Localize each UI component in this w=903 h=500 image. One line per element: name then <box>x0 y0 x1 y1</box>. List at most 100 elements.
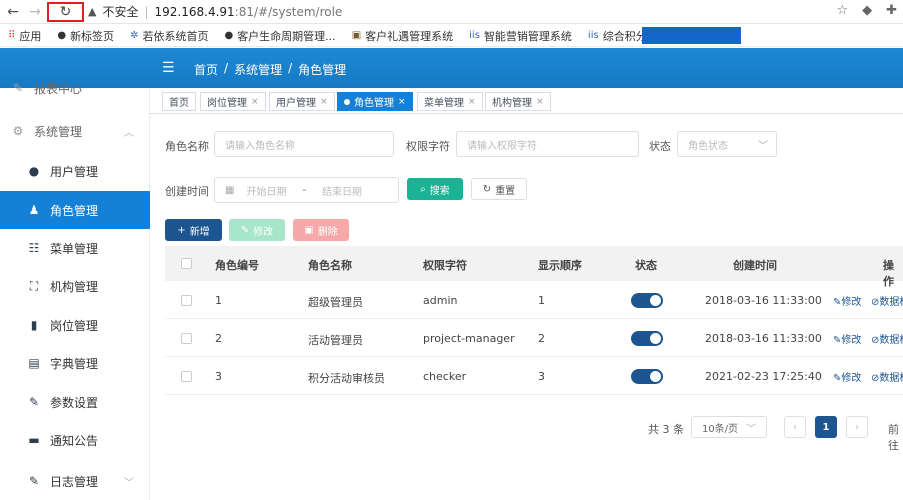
edit-icon: ✎ <box>28 395 40 409</box>
sidebar-item-roles[interactable]: ♟ 角色管理 <box>0 191 150 229</box>
user-icon: ● <box>28 164 40 178</box>
date-range-picker[interactable]: ▦ 开始日期 - 结束日期 <box>214 177 399 203</box>
bookmark-apps[interactable]: ⠿ 应用 <box>0 28 49 44</box>
row-data-perm-link[interactable]: ⊘数据权 <box>871 331 903 346</box>
add-button[interactable]: + 新增 <box>165 219 222 241</box>
status-toggle[interactable] <box>631 369 663 384</box>
reset-button[interactable]: ↻ 重置 <box>471 178 527 200</box>
row-checkbox[interactable] <box>181 371 192 382</box>
table-header: 角色编号 角色名称 权限字符 显示顺序 状态 创建时间 操作 <box>165 246 903 288</box>
row-data-perm-link[interactable]: ⊘数据权 <box>871 293 903 308</box>
puzzle-icon[interactable]: ✚ <box>886 3 897 18</box>
perm-label: 权限字符 <box>406 140 450 153</box>
chevron-down-icon: ﹀ <box>758 140 768 152</box>
list-icon: ☷ <box>28 241 40 255</box>
chevron-down-icon: ﹀ <box>124 477 134 489</box>
back-icon[interactable]: ← <box>4 3 22 21</box>
row-data-perm-link[interactable]: ⊘数据权 <box>871 369 903 384</box>
sidebar-item-users[interactable]: ● 用户管理 <box>0 152 150 190</box>
site-icon: iis <box>469 30 480 41</box>
star-icon[interactable]: ☆ <box>836 3 848 18</box>
site-icon: iis <box>587 30 599 41</box>
prev-page-button[interactable]: ‹ <box>784 416 806 438</box>
calendar-icon: ▦ <box>225 184 235 196</box>
forward-icon[interactable]: → <box>26 3 44 21</box>
url-path: :81/#/system/role <box>234 4 343 19</box>
redacted-block <box>642 27 741 44</box>
sidebar-item-posts[interactable]: ▮ 岗位管理 <box>0 306 150 344</box>
browser-toolbar: ← → ↻ ▲ 不安全 | 192.168.4.91:81/#/system/r… <box>0 0 903 24</box>
breadcrumb-system[interactable]: 系统管理 <box>234 61 282 78</box>
breadcrumb: 首页 / 系统管理 / 角色管理 <box>194 61 347 78</box>
sidebar-item-system[interactable]: ⚙ 系统管理 ︿ <box>0 112 150 150</box>
close-icon[interactable]: × <box>320 97 328 107</box>
close-icon[interactable]: × <box>398 97 406 107</box>
page-current[interactable]: 1 <box>815 416 837 438</box>
page-size-select[interactable]: 10条/页 ﹀ <box>691 416 767 438</box>
status-label: 状态 <box>649 140 671 153</box>
address-bar[interactable]: ▲ 不安全 | 192.168.4.91:81/#/system/role <box>88 3 342 20</box>
created-label: 创建时间 <box>165 185 209 198</box>
status-select[interactable]: 角色状态 ﹀ <box>677 131 777 157</box>
status-toggle[interactable] <box>631 331 663 346</box>
delete-button[interactable]: ▣ 删除 <box>293 219 349 241</box>
bookmark-customer-lifecycle[interactable]: ● 客户生命周期管理... <box>216 28 343 44</box>
bookmark-customer-courtesy[interactable]: ▣ 客户礼遇管理系统 <box>344 28 461 44</box>
table-row: 3 积分活动审核员 checker 3 2021-02-23 17:25:40 … <box>165 357 903 395</box>
apps-icon: ⠿ <box>8 30 16 41</box>
reload-icon[interactable]: ↻ <box>47 2 84 22</box>
tab-home[interactable]: 首页 <box>162 92 196 111</box>
row-edit-link[interactable]: ✎修改 <box>833 331 861 346</box>
menu-toggle-icon[interactable]: ☰ <box>162 60 175 76</box>
sidebar-item-params[interactable]: ✎ 参数设置 <box>0 383 150 421</box>
tab-roles[interactable]: 角色管理 × <box>337 92 413 111</box>
search-button[interactable]: ⌕ 搜索 <box>407 178 463 200</box>
status-toggle[interactable] <box>631 293 663 308</box>
close-icon[interactable]: × <box>251 97 259 107</box>
pagination-jump: 前往 <box>888 423 899 452</box>
breadcrumb-current: 角色管理 <box>298 63 347 77</box>
close-icon[interactable]: × <box>536 97 544 107</box>
table-row: 1 超级管理员 admin 1 2018-03-16 11:33:00 ✎修改 … <box>165 281 903 319</box>
sidebar-item-orgs[interactable]: ⛶ 机构管理 <box>0 267 150 305</box>
bookmark-marketing[interactable]: iis 智能营销管理系统 <box>461 28 580 44</box>
extension-icon[interactable]: ◆ <box>862 3 872 18</box>
next-page-button[interactable]: › <box>846 416 868 438</box>
report-icon: ✎ <box>12 81 24 95</box>
breadcrumb-home[interactable]: 首页 <box>194 61 218 78</box>
tab-users[interactable]: 用户管理 × <box>269 92 335 111</box>
tab-orgs[interactable]: 机构管理 × <box>485 92 551 111</box>
close-icon[interactable]: × <box>468 97 476 107</box>
role-name-input[interactable]: 请输入角色名称 <box>214 131 394 157</box>
globe-icon: ● <box>224 30 234 41</box>
users-icon: ♟ <box>28 203 40 217</box>
sidebar-item-notice[interactable]: ▬ 通知公告 <box>0 421 150 459</box>
row-checkbox[interactable] <box>181 295 192 306</box>
select-all-checkbox[interactable] <box>181 258 192 269</box>
perm-input[interactable]: 请输入权限字符 <box>456 131 639 157</box>
chevron-up-icon: ︿ <box>124 127 134 139</box>
active-dot-icon <box>344 98 350 105</box>
search-icon: ⌕ <box>420 183 426 195</box>
role-name-label: 角色名称 <box>165 140 209 153</box>
row-checkbox[interactable] <box>181 333 192 344</box>
id-card-icon: ▮ <box>30 318 38 332</box>
sidebar-item-menus[interactable]: ☷ 菜单管理 <box>0 229 150 267</box>
tab-menus[interactable]: 菜单管理 × <box>417 92 483 111</box>
sitemap-icon: ⛶ <box>29 278 39 293</box>
sidebar-item-dict[interactable]: ▤ 字典管理 <box>0 344 150 382</box>
sidebar-item-logs[interactable]: ✎ 日志管理 ﹀ <box>0 462 150 500</box>
tags-view: 首页 岗位管理 × 用户管理 × 角色管理 × 菜单管理 × 机构管理 × <box>150 88 903 114</box>
row-edit-link[interactable]: ✎修改 <box>833 293 861 308</box>
bookmark-new-tab[interactable]: ● 新标签页 <box>49 28 122 44</box>
security-label: 不安全 <box>102 5 139 19</box>
chevron-down-icon: ﹀ <box>746 423 757 435</box>
book-icon: ▤ <box>28 356 40 370</box>
refresh-icon: ↻ <box>482 183 492 195</box>
bookmark-ruoyi[interactable]: ✲ 若依系统首页 <box>122 28 216 44</box>
row-edit-link[interactable]: ✎修改 <box>833 369 861 384</box>
edit-button[interactable]: ✎ 修改 <box>229 219 285 241</box>
tab-posts[interactable]: 岗位管理 × <box>200 92 266 111</box>
plus-icon: + <box>177 224 186 236</box>
sidebar-item-reports[interactable]: ✎ 报表中心 <box>0 74 150 102</box>
